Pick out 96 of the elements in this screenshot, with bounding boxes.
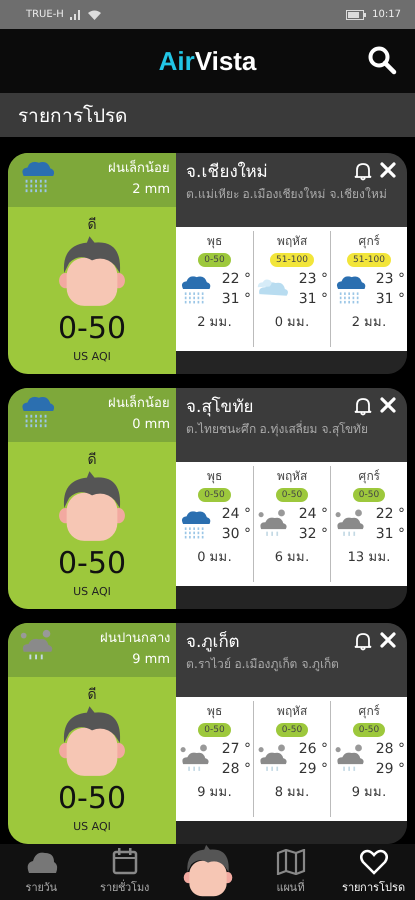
address-text: ต.ไทยชนะศึก อ.ทุ่งเสลี่ยม จ.สุโขทัย — [186, 421, 370, 437]
rainfall-amount: 13 มม. — [348, 549, 390, 567]
rainfall-amount: 0 มม. — [274, 314, 310, 332]
rainfall-amount: 6 มม. — [274, 549, 310, 567]
location-card[interactable]: ฝนปานกลาง 9 mm ดี 0-50 US AQI จ.ภูเก็ต ต.ราไวย์ อ.เมืองภูเก็ต จ.ภูเก็ต พุธ 0-50 27 ° 28 ° 9 มม. พฤหัส 0-50 26 ° 29 ° 8 มม. ศุกร์ 0-50 28 ° 29 ° 9 มม. — [8, 623, 407, 844]
section-title: รายการโปรด — [18, 104, 127, 129]
aqi-value: 0-50 — [58, 781, 126, 816]
province-name: จ.เชียงใหม่ — [186, 160, 268, 184]
wifi-icon — [88, 10, 101, 20]
nav-tab[interactable]: รายชั่วโมง — [83, 847, 166, 900]
aqi-unit: US AQI — [73, 350, 111, 363]
high-temperature: 29 ° — [376, 760, 405, 779]
address-text: ต.แม่เหียะ อ.เมืองเชียงใหม่ จ.เชียงใหม่ — [186, 186, 388, 202]
nav-tab[interactable]: รายวัน — [0, 849, 83, 900]
aqi-badge: 51-100 — [347, 253, 391, 267]
bell-icon — [353, 160, 373, 180]
battery-icon — [346, 10, 366, 20]
notification-button[interactable] — [353, 630, 373, 650]
aqi-badge: 0-50 — [352, 723, 386, 737]
close-icon — [379, 396, 397, 414]
rain-amount: 2 mm — [132, 182, 170, 197]
bell-icon — [353, 396, 373, 416]
address-text: ต.ราไวย์ อ.เมืองภูเก็ต จ.ภูเก็ต — [186, 656, 340, 672]
aqi-badge: 0-50 — [198, 253, 231, 267]
location-card[interactable]: ฝนเล็กน้อย 0 mm ดี 0-50 US AQI จ.สุโขทัย ต.ไทยชนะศึก อ.ทุ่งเสลี่ยม จ.สุโขทัย พุธ 0-50 24 ° 30 ° 0 มม. พฤหัส 0-50 24 ° 32 ° 6 มม. ศุกร์ 0-50 22 ° 31 ° 13 มม. — [8, 388, 407, 609]
low-temperature: 23 ° — [298, 270, 328, 289]
search-icon — [367, 45, 397, 76]
air-quality-label: ดี — [88, 216, 96, 235]
close-icon — [379, 630, 397, 648]
day-name: พฤหัส — [277, 468, 307, 485]
low-temperature: 28 ° — [376, 740, 405, 759]
aqi-badge: 0-50 — [198, 723, 231, 737]
high-temperature: 30 ° — [222, 525, 251, 544]
clock-time: 10:17 — [372, 9, 401, 20]
aqi-unit: US AQI — [73, 820, 111, 833]
rainfall-amount: 2 มม. — [197, 314, 232, 332]
aqi-unit: US AQI — [73, 585, 111, 598]
air-quality-label: ดี — [88, 451, 96, 470]
low-temperature: 22 ° — [222, 270, 251, 289]
notification-button[interactable] — [353, 396, 373, 416]
carrier-name: TRUE-H — [26, 9, 64, 20]
high-temperature: 28 ° — [222, 760, 251, 779]
day-name: พฤหัส — [277, 703, 307, 720]
heart-icon — [360, 849, 388, 875]
low-temperature: 22 ° — [376, 505, 405, 524]
low-temperature: 24 ° — [298, 505, 328, 524]
high-temperature: 31 ° — [376, 290, 405, 309]
location-card[interactable]: ฝนเล็กน้อย 2 mm ดี 0-50 US AQI จ.เชียงใหม่ ต.แม่เหียะ อ.เมืองเชียงใหม่ จ.เชียงใหม่ พุธ 0-50 22 ° 31 ° 2 มม. พฤหัส 51-100 23 ° 31 ° 0 มม. ศุกร์ 51-100 23 ° 31 ° 2 มม. — [8, 153, 407, 374]
aqi-value: 0-50 — [58, 311, 126, 346]
low-temperature: 24 ° — [222, 505, 251, 524]
notification-button[interactable] — [353, 160, 373, 180]
province-name: จ.สุโขทัย — [186, 396, 254, 419]
close-button[interactable] — [379, 396, 397, 416]
day-name: พุธ — [207, 233, 222, 250]
aqi-value: 0-50 — [58, 546, 126, 581]
app-logo: AirVista — [158, 46, 256, 77]
province-name: จ.ภูเก็ต — [186, 630, 240, 654]
rain-label: ฝนปานกลาง — [100, 630, 170, 648]
day-name: ศุกร์ — [358, 233, 380, 250]
high-temperature: 31 ° — [222, 290, 251, 309]
rainfall-amount: 8 มม. — [274, 784, 310, 802]
day-name: พุธ — [207, 703, 222, 720]
rainfall-amount: 9 มม. — [197, 784, 232, 802]
low-temperature: 27 ° — [222, 740, 251, 759]
day-name: พุธ — [207, 468, 222, 485]
rain-label: ฝนเล็กน้อย — [108, 394, 170, 413]
nav-tab[interactable]: รายการโปรด — [332, 849, 415, 900]
day-name: ศุกร์ — [358, 703, 380, 720]
rainfall-amount: 2 มม. — [352, 314, 386, 332]
low-temperature: 23 ° — [376, 270, 405, 289]
aqi-badge: 0-50 — [352, 488, 386, 502]
rain-label: ฝนเล็กน้อย — [108, 158, 170, 178]
low-temperature: 26 ° — [298, 740, 328, 759]
day-name: ศุกร์ — [358, 468, 380, 485]
nav-tab[interactable]: แผนที่ — [249, 849, 332, 900]
air-quality-label: ดี — [88, 686, 96, 705]
close-icon — [379, 160, 397, 178]
aqi-badge: 51-100 — [270, 253, 314, 267]
day-name: พฤหัส — [277, 233, 307, 250]
high-temperature: 31 ° — [376, 525, 405, 544]
aqi-badge: 0-50 — [276, 488, 308, 502]
high-temperature: 32 ° — [298, 525, 328, 544]
bell-icon — [353, 630, 373, 650]
high-temperature: 31 ° — [298, 290, 328, 309]
rain-amount: 0 mm — [132, 417, 170, 432]
rainfall-amount: 0 มม. — [197, 549, 232, 567]
calendar-icon — [112, 847, 138, 875]
rainfall-amount: 9 มม. — [352, 784, 386, 802]
close-button[interactable] — [379, 160, 397, 180]
signal-icon — [70, 10, 82, 20]
close-button[interactable] — [379, 630, 397, 650]
map-icon — [276, 849, 306, 875]
aqi-badge: 0-50 — [276, 723, 308, 737]
rain-amount: 9 mm — [132, 652, 170, 667]
high-temperature: 29 ° — [298, 760, 328, 779]
aqi-badge: 0-50 — [198, 488, 231, 502]
